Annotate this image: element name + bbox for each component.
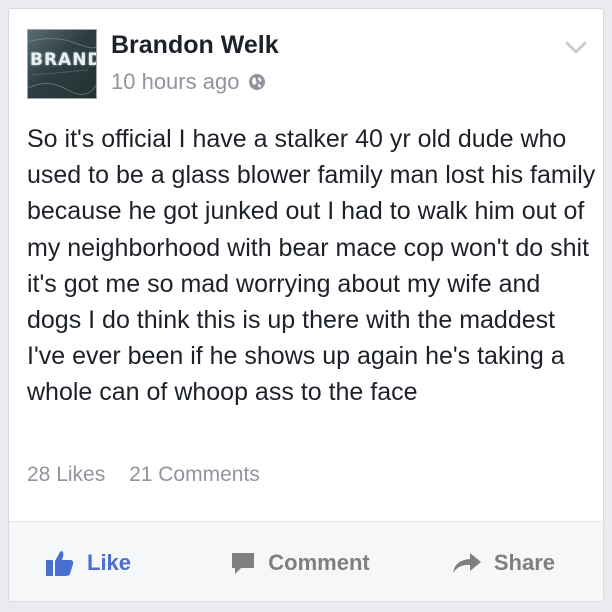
avatar-text: BRANDO <box>30 50 96 70</box>
comments-count[interactable]: 21 Comments <box>129 463 260 486</box>
share-button[interactable]: Share <box>385 550 603 576</box>
author-name[interactable]: Brandon Welk <box>111 31 279 60</box>
like-label: Like <box>87 549 132 575</box>
comment-button[interactable]: Comment <box>215 550 385 576</box>
post-body: So it's official I have a stalker 40 yr … <box>27 125 596 407</box>
share-label: Share <box>493 549 555 575</box>
post-meta: 10 hours ago <box>111 69 266 95</box>
action-bar: Like Comment Share <box>9 522 603 601</box>
share-arrow-icon <box>452 552 481 573</box>
globe-icon[interactable] <box>248 73 266 91</box>
post-stats: 28 Likes 21 Comments <box>27 463 260 487</box>
comment-icon <box>232 552 255 574</box>
likes-count[interactable]: 28 Likes <box>27 463 105 486</box>
chevron-down-icon[interactable] <box>565 41 587 55</box>
thumbs-up-icon <box>46 550 74 576</box>
like-button[interactable]: Like <box>9 549 215 577</box>
comment-label: Comment <box>268 549 370 575</box>
avatar[interactable]: BRANDO <box>27 29 97 99</box>
post-card: BRANDO Brandon Welk 10 hours ago So it's… <box>8 8 604 602</box>
post-header: BRANDO Brandon Welk 10 hours ago <box>27 29 587 101</box>
timestamp[interactable]: 10 hours ago <box>111 69 239 95</box>
